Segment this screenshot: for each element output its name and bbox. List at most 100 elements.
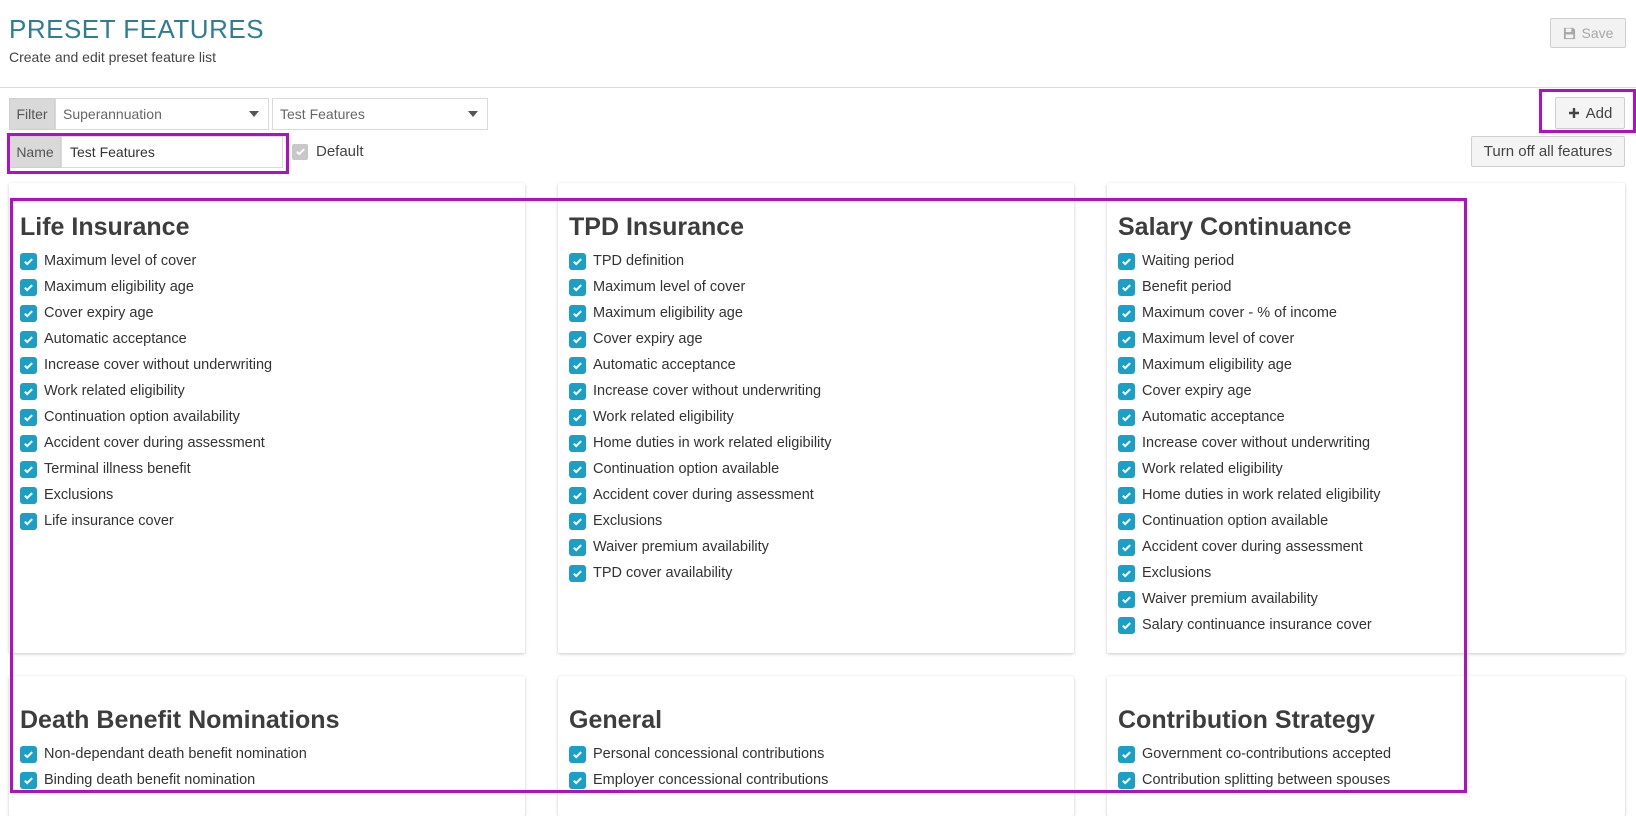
feature-item[interactable]: Increase cover without underwriting xyxy=(20,352,272,378)
feature-item[interactable]: Maximum level of cover xyxy=(20,248,272,274)
feature-checkbox[interactable] xyxy=(20,382,37,400)
category-select[interactable]: Superannuation xyxy=(55,98,269,130)
feature-item[interactable]: Maximum level of cover xyxy=(1118,326,1381,352)
feature-checkbox[interactable] xyxy=(20,434,37,452)
feature-checkbox[interactable] xyxy=(1118,408,1135,426)
default-checkbox[interactable]: Default xyxy=(292,143,364,160)
feature-item[interactable]: Exclusions xyxy=(1118,560,1381,586)
feature-checkbox[interactable] xyxy=(1118,252,1135,270)
feature-checkbox[interactable] xyxy=(20,460,37,478)
feature-checkbox[interactable] xyxy=(569,330,586,348)
feature-item[interactable]: Accident cover during assessment xyxy=(20,430,272,456)
feature-checkbox[interactable] xyxy=(20,252,37,270)
feature-item[interactable]: Continuation option available xyxy=(569,456,832,482)
feature-checkbox[interactable] xyxy=(569,304,586,322)
feature-item[interactable]: Home duties in work related eligibility xyxy=(1118,482,1381,508)
feature-item[interactable]: Personal concessional contributions xyxy=(569,741,828,767)
feature-item[interactable]: Work related eligibility xyxy=(1118,456,1381,482)
feature-item[interactable]: Binding death benefit nomination xyxy=(20,767,307,793)
feature-checkbox[interactable] xyxy=(20,408,37,426)
feature-item[interactable]: Maximum eligibility age xyxy=(569,300,832,326)
feature-item[interactable]: Waiver premium availability xyxy=(569,534,832,560)
feature-label: Employer concessional contributions xyxy=(593,772,829,788)
feature-item[interactable]: Life insurance cover xyxy=(20,508,272,534)
feature-checkbox[interactable] xyxy=(20,512,37,530)
feature-item[interactable]: Contribution splitting between spouses xyxy=(1118,767,1391,793)
turn-off-all-features-button[interactable]: Turn off all features xyxy=(1471,136,1625,167)
feature-checkbox[interactable] xyxy=(20,304,37,322)
feature-checkbox[interactable] xyxy=(569,564,586,582)
feature-checkbox[interactable] xyxy=(569,486,586,504)
feature-checkbox[interactable] xyxy=(1118,538,1135,556)
feature-checkbox[interactable] xyxy=(1118,616,1135,634)
feature-checkbox[interactable] xyxy=(569,434,586,452)
feature-checkbox[interactable] xyxy=(1118,512,1135,530)
feature-checkbox[interactable] xyxy=(20,330,37,348)
feature-item[interactable]: Automatic acceptance xyxy=(20,326,272,352)
feature-item[interactable]: Increase cover without underwriting xyxy=(1118,430,1381,456)
feature-item[interactable]: Waiting period xyxy=(1118,248,1381,274)
feature-item[interactable]: Continuation option available xyxy=(1118,508,1381,534)
feature-checkbox[interactable] xyxy=(569,252,586,270)
feature-item[interactable]: Exclusions xyxy=(569,508,832,534)
feature-checkbox[interactable] xyxy=(1118,486,1135,504)
feature-item[interactable]: Non-dependant death benefit nomination xyxy=(20,741,307,767)
default-checkbox-box[interactable] xyxy=(292,143,308,160)
feature-checkbox[interactable] xyxy=(569,538,586,556)
feature-checkbox[interactable] xyxy=(569,382,586,400)
feature-checkbox[interactable] xyxy=(1118,771,1135,789)
feature-label: Cover expiry age xyxy=(44,305,154,321)
feature-item[interactable]: Accident cover during assessment xyxy=(1118,534,1381,560)
feature-checkbox[interactable] xyxy=(569,408,586,426)
feature-checkbox[interactable] xyxy=(1118,356,1135,374)
feature-item[interactable]: Exclusions xyxy=(20,482,272,508)
feature-checkbox[interactable] xyxy=(1118,460,1135,478)
feature-checkbox[interactable] xyxy=(20,356,37,374)
feature-item[interactable]: Maximum level of cover xyxy=(569,274,832,300)
feature-checkbox[interactable] xyxy=(569,745,586,763)
feature-checkbox[interactable] xyxy=(1118,590,1135,608)
feature-checkbox[interactable] xyxy=(1118,382,1135,400)
feature-checkbox[interactable] xyxy=(569,512,586,530)
feature-checkbox[interactable] xyxy=(569,460,586,478)
feature-item[interactable]: Automatic acceptance xyxy=(1118,404,1381,430)
feature-item[interactable]: Waiver premium availability xyxy=(1118,586,1381,612)
feature-checkbox[interactable] xyxy=(569,356,586,374)
feature-checkbox[interactable] xyxy=(20,278,37,296)
feature-item[interactable]: Continuation option availability xyxy=(20,404,272,430)
add-button[interactable]: Add xyxy=(1555,97,1625,129)
feature-item[interactable]: Work related eligibility xyxy=(569,404,832,430)
feature-item[interactable]: Terminal illness benefit xyxy=(20,456,272,482)
feature-item[interactable]: Accident cover during assessment xyxy=(569,482,832,508)
feature-checkbox[interactable] xyxy=(1118,745,1135,763)
feature-item[interactable]: Automatic acceptance xyxy=(569,352,832,378)
feature-checkbox[interactable] xyxy=(1118,278,1135,296)
name-input[interactable] xyxy=(61,136,283,168)
feature-checkbox[interactable] xyxy=(1118,330,1135,348)
feature-checkbox[interactable] xyxy=(20,771,37,789)
feature-item[interactable]: TPD cover availability xyxy=(569,560,832,586)
feature-item[interactable]: Employer concessional contributions xyxy=(569,767,828,793)
feature-item[interactable]: Cover expiry age xyxy=(1118,378,1381,404)
feature-item[interactable]: TPD definition xyxy=(569,248,832,274)
feature-checkbox[interactable] xyxy=(20,745,37,763)
feature-item[interactable]: Work related eligibility xyxy=(20,378,272,404)
feature-item[interactable]: Government co-contributions accepted xyxy=(1118,741,1391,767)
feature-item[interactable]: Cover expiry age xyxy=(569,326,832,352)
feature-item[interactable]: Maximum eligibility age xyxy=(20,274,272,300)
feature-item[interactable]: Home duties in work related eligibility xyxy=(569,430,832,456)
feature-item[interactable]: Cover expiry age xyxy=(20,300,272,326)
feature-checkbox[interactable] xyxy=(1118,434,1135,452)
feature-item[interactable]: Maximum cover - % of income xyxy=(1118,300,1381,326)
preset-list-select[interactable]: Test Features xyxy=(272,98,488,130)
feature-item[interactable]: Maximum eligibility age xyxy=(1118,352,1381,378)
feature-item[interactable]: Salary continuance insurance cover xyxy=(1118,612,1381,638)
save-button[interactable]: Save xyxy=(1550,18,1626,48)
feature-item[interactable]: Increase cover without underwriting xyxy=(569,378,832,404)
feature-checkbox[interactable] xyxy=(569,771,586,789)
feature-checkbox[interactable] xyxy=(1118,564,1135,582)
feature-item[interactable]: Benefit period xyxy=(1118,274,1381,300)
feature-checkbox[interactable] xyxy=(569,278,586,296)
feature-checkbox[interactable] xyxy=(1118,304,1135,322)
feature-checkbox[interactable] xyxy=(20,486,37,504)
